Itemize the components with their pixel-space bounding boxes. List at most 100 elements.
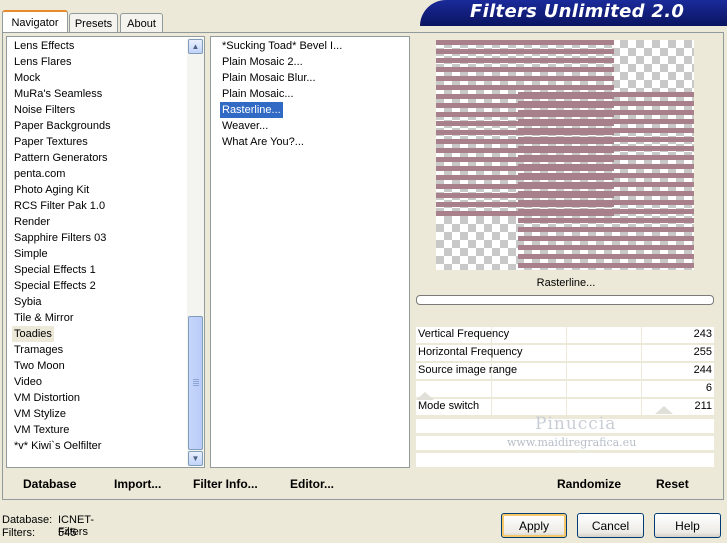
- scroll-down-button[interactable]: ▼: [188, 451, 203, 466]
- filter-item[interactable]: Plain Mosaic Blur...: [222, 70, 342, 86]
- category-item[interactable]: VM Texture: [14, 422, 111, 438]
- category-item[interactable]: Noise Filters: [14, 102, 111, 118]
- category-item[interactable]: Paper Backgrounds: [14, 118, 111, 134]
- tick-mark: [716, 345, 717, 361]
- category-item[interactable]: RCS Filter Pak 1.0: [14, 198, 111, 214]
- category-item[interactable]: VM Distortion: [14, 390, 111, 406]
- slider-marker: [655, 406, 673, 414]
- category-item[interactable]: MuRa's Seamless: [14, 86, 111, 102]
- tick-mark: [716, 363, 717, 379]
- import-button[interactable]: Import...: [114, 477, 161, 491]
- grip-line: [193, 383, 199, 384]
- tick-mark: [641, 345, 642, 361]
- tick-mark: [566, 399, 567, 415]
- grip-line: [193, 385, 199, 386]
- category-label: Simple: [14, 248, 48, 260]
- category-item[interactable]: Tramages: [14, 342, 111, 358]
- filter-label: Plain Mosaic Blur...: [222, 72, 316, 84]
- category-item[interactable]: Mock: [14, 70, 111, 86]
- category-item[interactable]: VM Stylize: [14, 406, 111, 422]
- filter-item[interactable]: Rasterline...: [220, 102, 342, 118]
- filter-item[interactable]: Plain Mosaic...: [222, 86, 342, 102]
- category-label: *v* Kiwi`s Oelfilter: [14, 440, 102, 452]
- category-item[interactable]: Toadies: [12, 326, 111, 342]
- param-value: 244: [693, 364, 712, 376]
- tick-mark: [641, 363, 642, 379]
- category-label: Two Moon: [14, 360, 65, 372]
- reset-button[interactable]: Reset: [656, 477, 689, 491]
- param-value: 243: [693, 328, 712, 340]
- app-title: Filters Unlimited 2.0: [470, 1, 685, 22]
- filter-label: What Are You?...: [222, 136, 304, 148]
- category-item[interactable]: Two Moon: [14, 358, 111, 374]
- randomize-button[interactable]: Randomize: [557, 477, 621, 491]
- param-name: Mode switch: [418, 400, 480, 412]
- filter-item[interactable]: Plain Mosaic 2...: [222, 54, 342, 70]
- filter-info-button[interactable]: Filter Info...: [193, 477, 258, 491]
- category-item[interactable]: Sapphire Filters 03: [14, 230, 111, 246]
- category-item[interactable]: Special Effects 2: [14, 278, 111, 294]
- grip-line: [193, 379, 199, 380]
- filter-item[interactable]: What Are You?...: [222, 134, 342, 150]
- category-item[interactable]: Paper Textures: [14, 134, 111, 150]
- tab-navigator[interactable]: Navigator: [2, 10, 68, 33]
- help-button[interactable]: Help: [654, 513, 721, 538]
- param-value: 255: [693, 346, 712, 358]
- category-item[interactable]: Sybia: [14, 294, 111, 310]
- category-item[interactable]: Photo Aging Kit: [14, 182, 111, 198]
- database-button[interactable]: Database: [23, 477, 76, 491]
- category-label: Tile & Mirror: [14, 312, 74, 324]
- category-label: penta.com: [14, 168, 66, 180]
- filter-item[interactable]: *Sucking Toad* Bevel I...: [222, 38, 342, 54]
- tab-label: Presets: [74, 17, 113, 30]
- category-item[interactable]: penta.com: [14, 166, 111, 182]
- category-item[interactable]: Lens Effects: [14, 38, 111, 54]
- slider-marker: [416, 392, 434, 400]
- category-label: VM Stylize: [14, 408, 66, 420]
- tab-about[interactable]: About: [120, 13, 163, 33]
- param-value: 211: [694, 400, 712, 412]
- category-item[interactable]: Video: [14, 374, 111, 390]
- category-list[interactable]: Lens Effects Lens Flares Mock MuRa's Seamle…: [12, 38, 111, 454]
- tick-mark: [566, 327, 567, 343]
- category-label: Paper Textures: [14, 136, 88, 148]
- tick-mark: [716, 399, 717, 415]
- category-item[interactable]: Pattern Generators: [14, 150, 111, 166]
- category-item[interactable]: Lens Flares: [14, 54, 111, 70]
- category-label: Noise Filters: [14, 104, 76, 116]
- category-item[interactable]: Special Effects 1: [14, 262, 111, 278]
- category-label: Special Effects 2: [14, 280, 96, 292]
- category-label: Sybia: [14, 296, 42, 308]
- filter-item[interactable]: Weaver...: [222, 118, 342, 134]
- category-item[interactable]: Tile & Mirror: [14, 310, 111, 326]
- status-filters-value: 545: [58, 527, 77, 539]
- param-name: Vertical Frequency: [418, 328, 510, 340]
- watermark-url: www.maidiregrafica.eu: [507, 436, 637, 449]
- status-database-label: Database:: [2, 514, 53, 526]
- category-label: Lens Effects: [14, 40, 75, 52]
- param-row[interactable]: 6: [416, 381, 717, 397]
- grip-line: [193, 381, 199, 382]
- param-row[interactable]: Horizontal Frequency 255: [416, 345, 717, 361]
- filter-list[interactable]: *Sucking Toad* Bevel I... Plain Mosaic 2.…: [220, 38, 342, 150]
- tick-mark: [716, 327, 717, 343]
- apply-button[interactable]: Apply: [501, 513, 567, 538]
- tab-presets[interactable]: Presets: [69, 13, 118, 33]
- param-slot: [416, 453, 714, 467]
- tick-mark: [491, 399, 492, 415]
- tick-mark: [566, 345, 567, 361]
- category-item[interactable]: Render: [14, 214, 111, 230]
- cancel-button[interactable]: Cancel: [577, 513, 644, 538]
- editor-button[interactable]: Editor...: [290, 477, 334, 491]
- category-label: Tramages: [14, 344, 64, 356]
- category-item[interactable]: Simple: [14, 246, 111, 262]
- tick-mark: [641, 327, 642, 343]
- category-item[interactable]: *v* Kiwi`s Oelfilter: [14, 438, 111, 454]
- param-row[interactable]: Vertical Frequency 243: [416, 327, 717, 343]
- category-label: Lens Flares: [14, 56, 72, 68]
- scroll-up-button[interactable]: ▲: [188, 39, 203, 54]
- filter-label: *Sucking Toad* Bevel I...: [222, 40, 343, 52]
- scroll-thumb[interactable]: [188, 316, 203, 450]
- param-row[interactable]: Source image range 244: [416, 363, 717, 379]
- filter-label: Plain Mosaic...: [222, 88, 294, 100]
